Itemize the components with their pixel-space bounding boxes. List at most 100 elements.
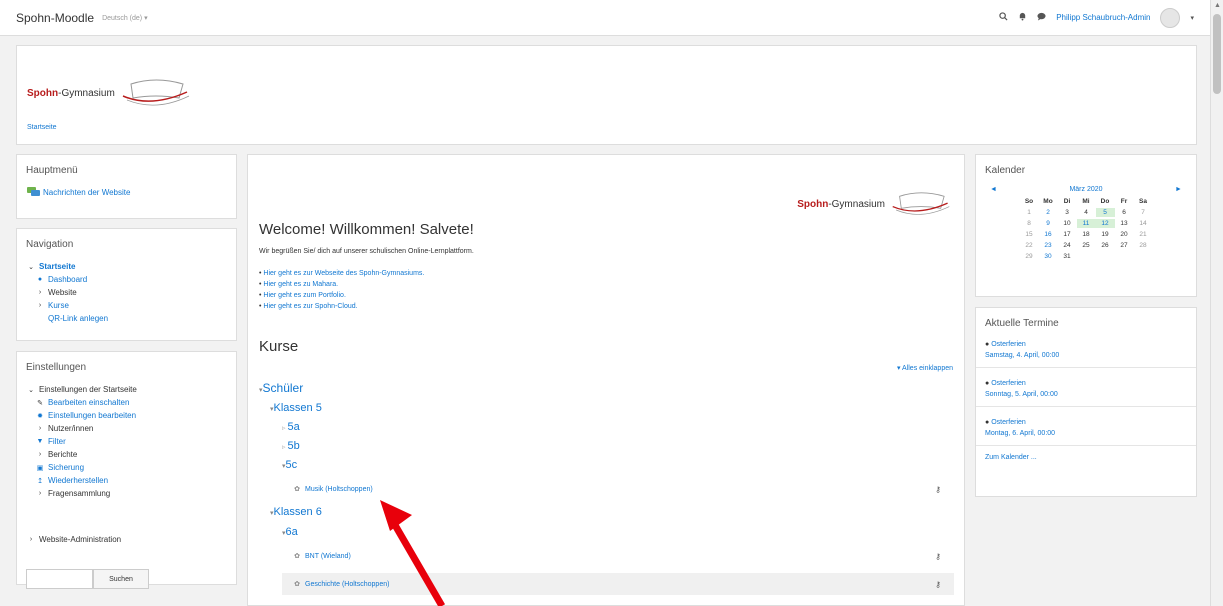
calendar-day[interactable]: 28: [1134, 241, 1153, 250]
link-portfolio[interactable]: Hier geht es zum Portfolio.: [263, 292, 345, 299]
settings-search-input[interactable]: [26, 569, 93, 589]
course-icon: ✿: [294, 553, 300, 560]
calendar-day[interactable]: 29: [1020, 252, 1039, 261]
scroll-thumb[interactable]: [1213, 14, 1221, 94]
category-klassen-6[interactable]: ▾Klassen 6: [270, 506, 322, 518]
calendar-day[interactable]: 20: [1115, 230, 1134, 239]
chevron-right-icon: ›: [38, 289, 42, 296]
calendar-day[interactable]: 19: [1096, 230, 1115, 239]
link-mahara[interactable]: Hier geht es zu Mahara.: [263, 281, 338, 288]
link-webseite[interactable]: Hier geht es zur Webseite des Spohn-Gymn…: [263, 270, 424, 277]
calendar-day: [1115, 252, 1134, 261]
calendar-day[interactable]: 1: [1020, 208, 1039, 217]
chevron-down-icon[interactable]: ▾: [1190, 14, 1194, 22]
calendar-day[interactable]: 6: [1115, 208, 1134, 217]
nav-item-dashboard[interactable]: ● Dashboard: [17, 273, 236, 286]
welcome-heading: Welcome! Willkommen! Salvete!: [259, 221, 474, 238]
calendar-weekday: Mi: [1082, 198, 1090, 205]
settings-block: Einstellungen ⌄ Einstellungen der Starts…: [16, 351, 237, 589]
event-item[interactable]: ● Osterferien Sonntag, 5. April, 00:00: [976, 368, 1196, 407]
calendar-day[interactable]: 23: [1039, 241, 1058, 250]
calendar-day[interactable]: 8: [1020, 219, 1039, 228]
calendar-weekday: Do: [1100, 198, 1110, 205]
link-cloud[interactable]: Hier geht es zur Spohn-Cloud.: [263, 303, 357, 310]
settings-item-edit-on[interactable]: ✎ Bearbeiten einschalten: [17, 396, 236, 409]
next-month-icon[interactable]: ►: [1175, 186, 1182, 193]
breadcrumb-home[interactable]: Startseite: [27, 124, 57, 131]
calendar-day[interactable]: 18: [1077, 230, 1096, 239]
category-5c[interactable]: ▾5c: [282, 459, 297, 471]
nav-item-qr-link[interactable]: QR-Link anlegen: [17, 312, 236, 325]
calendar-day[interactable]: 2: [1039, 208, 1058, 217]
ship-logo-icon: [122, 79, 189, 106]
settings-item-users[interactable]: › Nutzer/innen: [17, 422, 236, 435]
event-icon: ●: [985, 380, 990, 387]
avatar[interactable]: [1160, 7, 1181, 28]
calendar-day[interactable]: 31: [1058, 252, 1077, 261]
category-schueler[interactable]: ▾Schüler: [259, 381, 303, 395]
calendar-day[interactable]: 3: [1058, 208, 1077, 217]
calendar-day[interactable]: 4: [1077, 208, 1096, 217]
calendar-weekday: Di: [1063, 198, 1071, 205]
event-item[interactable]: ● Osterferien Samstag, 4. April, 00:00: [976, 333, 1196, 368]
calendar-weekday: Sa: [1139, 198, 1147, 205]
search-button[interactable]: Suchen: [93, 569, 149, 589]
calendar-day[interactable]: 27: [1115, 241, 1134, 250]
key-icon[interactable]: ⚷: [935, 552, 941, 561]
calendar-day[interactable]: 10: [1058, 219, 1077, 228]
key-icon[interactable]: ⚷: [935, 580, 941, 589]
calendar-day[interactable]: 5: [1095, 208, 1115, 217]
mainmenu-block: Hauptmenü Nachrichten der Website: [16, 154, 237, 219]
calendar-day[interactable]: 16: [1039, 230, 1058, 239]
ship-logo-icon: [892, 192, 950, 215]
settings-item-backup[interactable]: ▣ Sicherung: [17, 461, 236, 474]
category-6a[interactable]: ▾6a: [282, 526, 298, 538]
prev-month-icon[interactable]: ◄: [990, 186, 997, 193]
mainmenu-item-news[interactable]: Nachrichten der Website: [17, 186, 236, 199]
calendar-day[interactable]: 14: [1134, 219, 1153, 228]
nav-item-kurse[interactable]: › Kurse: [17, 299, 236, 312]
calendar-day[interactable]: 13: [1115, 219, 1134, 228]
scroll-up-icon[interactable]: ▲: [1214, 2, 1221, 9]
nav-item-website[interactable]: › Website: [17, 286, 236, 299]
calendar-day[interactable]: 30: [1039, 252, 1058, 261]
chevron-down-icon: ⌄: [28, 263, 34, 271]
category-5b[interactable]: ▹ 5b: [282, 440, 300, 452]
calendar-day[interactable]: 12: [1095, 219, 1115, 228]
category-klassen-5[interactable]: ▾Klassen 5: [270, 402, 322, 414]
language-menu[interactable]: Deutsch (de) ▾: [102, 14, 148, 22]
bell-icon[interactable]: [1018, 12, 1027, 23]
key-icon[interactable]: ⚷: [935, 485, 941, 494]
site-admin-item[interactable]: › Website-Administration: [17, 533, 121, 546]
calendar-day[interactable]: 17: [1058, 230, 1077, 239]
calendar-day[interactable]: 25: [1077, 241, 1096, 250]
calendar-day[interactable]: 21: [1134, 230, 1153, 239]
calendar-day[interactable]: 15: [1020, 230, 1039, 239]
search-icon[interactable]: [999, 12, 1008, 23]
calendar-day[interactable]: 9: [1039, 219, 1058, 228]
user-name[interactable]: Philipp Schaubruch-Admin: [1056, 13, 1150, 22]
calendar-day[interactable]: 24: [1058, 241, 1077, 250]
settings-item-questionbank[interactable]: › Fragensammlung: [17, 487, 236, 500]
calendar-day[interactable]: 26: [1096, 241, 1115, 250]
settings-item-startseite[interactable]: ⌄ Einstellungen der Startseite: [17, 383, 236, 396]
settings-item-filter[interactable]: ▼ Filter: [17, 435, 236, 448]
calendar-link[interactable]: Zum Kalender ...: [976, 446, 1196, 469]
chevron-down-icon: ⌄: [28, 386, 34, 394]
settings-item-reports[interactable]: › Berichte: [17, 448, 236, 461]
calendar-day[interactable]: 11: [1076, 219, 1096, 228]
calendar-day: [1134, 252, 1153, 261]
settings-item-restore[interactable]: ↥ Wiederherstellen: [17, 474, 236, 487]
calendar-day[interactable]: 22: [1020, 241, 1039, 250]
collapse-all-link[interactable]: ▾ Alles einklappen: [897, 364, 953, 372]
nav-item-startseite[interactable]: ⌄ Startseite: [17, 260, 236, 273]
page-scrollbar[interactable]: ▲: [1210, 0, 1223, 606]
annotation-arrow-icon: [380, 500, 446, 606]
chat-icon[interactable]: [1037, 12, 1046, 23]
calendar-month[interactable]: März 2020: [1069, 186, 1102, 193]
event-item[interactable]: ● Osterferien Montag, 6. April, 00:00: [976, 407, 1196, 446]
settings-item-edit-settings[interactable]: ✹ Einstellungen bearbeiten: [17, 409, 236, 422]
calendar-day[interactable]: 7: [1134, 208, 1153, 217]
site-brand[interactable]: Spohn-Moodle: [16, 11, 94, 25]
category-5a[interactable]: ▹ 5a: [282, 421, 300, 433]
